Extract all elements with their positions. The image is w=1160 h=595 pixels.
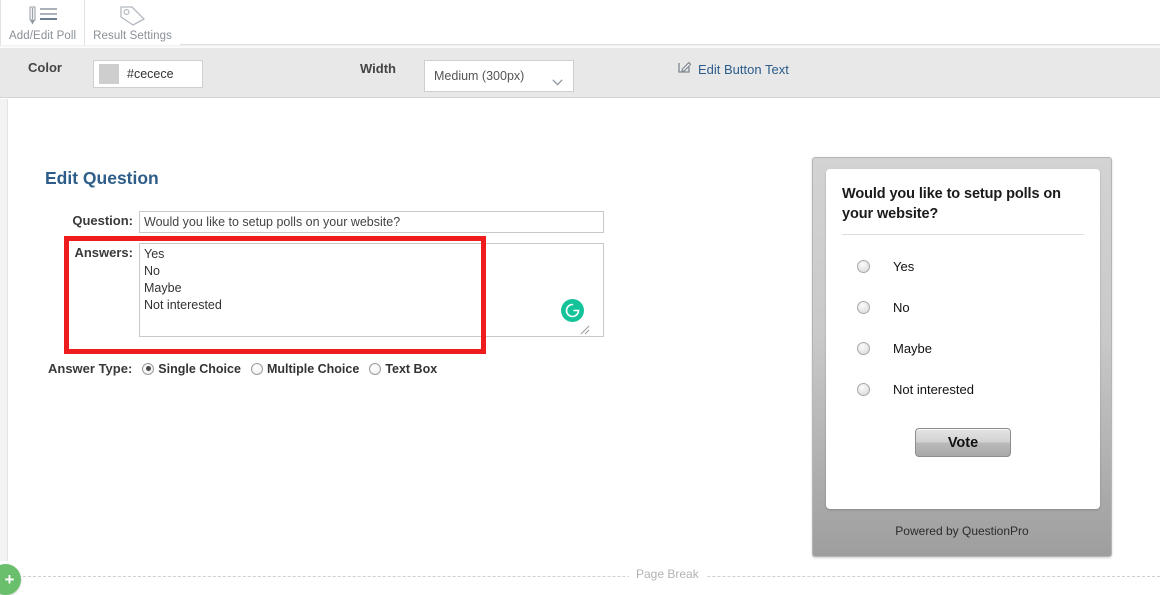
page-break-row [0,562,1160,594]
color-label: Color [28,60,62,75]
edit-pencil-icon [678,60,692,78]
poll-option-label: Not interested [893,382,974,397]
poll-option-not-interested[interactable]: Not interested [826,369,1100,410]
grammarly-g-icon[interactable] [561,299,584,322]
page-break-line [8,576,1160,577]
poll-option-label: Maybe [893,341,933,356]
color-picker-field[interactable]: #cecece [93,60,203,88]
radio-icon [857,260,870,273]
poll-preview-footer: Powered by QuestionPro [895,524,1029,538]
chevron-down-icon [552,73,563,85]
width-select-value: Medium (300px) [434,69,525,83]
poll-preview-card: Would you like to setup polls on your we… [826,169,1100,509]
color-swatch [99,64,119,84]
edit-list-icon [26,4,60,28]
poll-preview-divider [842,234,1084,235]
radio-label: Multiple Choice [266,361,360,376]
poll-option-yes[interactable]: Yes [826,246,1100,287]
radio-icon [857,342,870,355]
vote-button[interactable]: Vote [915,428,1011,457]
tab-label: Add/Edit Poll [9,30,77,42]
radio-icon [142,362,155,375]
tab-label: Result Settings [93,30,173,42]
radio-icon [369,362,382,375]
edit-button-text-label: Edit Button Text [698,61,789,77]
poll-option-no[interactable]: No [826,287,1100,328]
radio-label: Single Choice [158,361,241,376]
question-input[interactable] [139,211,604,233]
radio-icon [250,362,263,375]
tab-list: Add/Edit Poll Result Settings [0,0,1160,45]
answers-row: Answers: [65,243,604,337]
answer-type-row: Answer Type: Single Choice Multiple Choi… [48,361,437,376]
radio-icon [857,383,870,396]
poll-preview-options: Yes No Maybe Not interested [826,246,1100,410]
width-select[interactable]: Medium (300px) [424,60,574,92]
answers-label: Answers: [74,245,133,260]
poll-option-label: Yes [893,259,915,274]
edit-button-text-link[interactable]: Edit Button Text [678,60,789,78]
page-title: Edit Question [45,168,159,188]
poll-preview-frame: Would you like to setup polls on your we… [812,157,1112,557]
top-tab-bar: Add/Edit Poll Result Settings [0,0,1160,45]
tab-add-edit-poll[interactable]: Add/Edit Poll [0,0,86,45]
poll-preview-question: Would you like to setup polls on your we… [842,186,1061,222]
tag-icon [118,4,148,28]
radio-multiple-choice[interactable]: Multiple Choice [250,361,360,376]
plus-icon: + [4,570,15,589]
textarea-resize-handle[interactable] [578,322,590,335]
answer-type-label: Answer Type: [48,361,133,376]
vote-button-wrap: Vote [826,428,1100,457]
question-row: Question: [65,211,604,233]
poll-option-maybe[interactable]: Maybe [826,328,1100,369]
radio-text-box[interactable]: Text Box [369,362,437,376]
radio-single-choice[interactable]: Single Choice [142,362,241,376]
page-break-label: Page Break [629,567,706,581]
radio-icon [857,301,870,314]
left-gutter [0,99,8,561]
question-label: Question: [72,213,133,228]
tab-result-settings[interactable]: Result Settings [85,0,181,45]
width-label: Width [360,61,396,76]
answers-textarea[interactable] [139,243,604,337]
radio-label: Text Box [385,361,438,376]
color-value: #cecece [127,67,174,81]
poll-option-label: No [893,300,910,315]
